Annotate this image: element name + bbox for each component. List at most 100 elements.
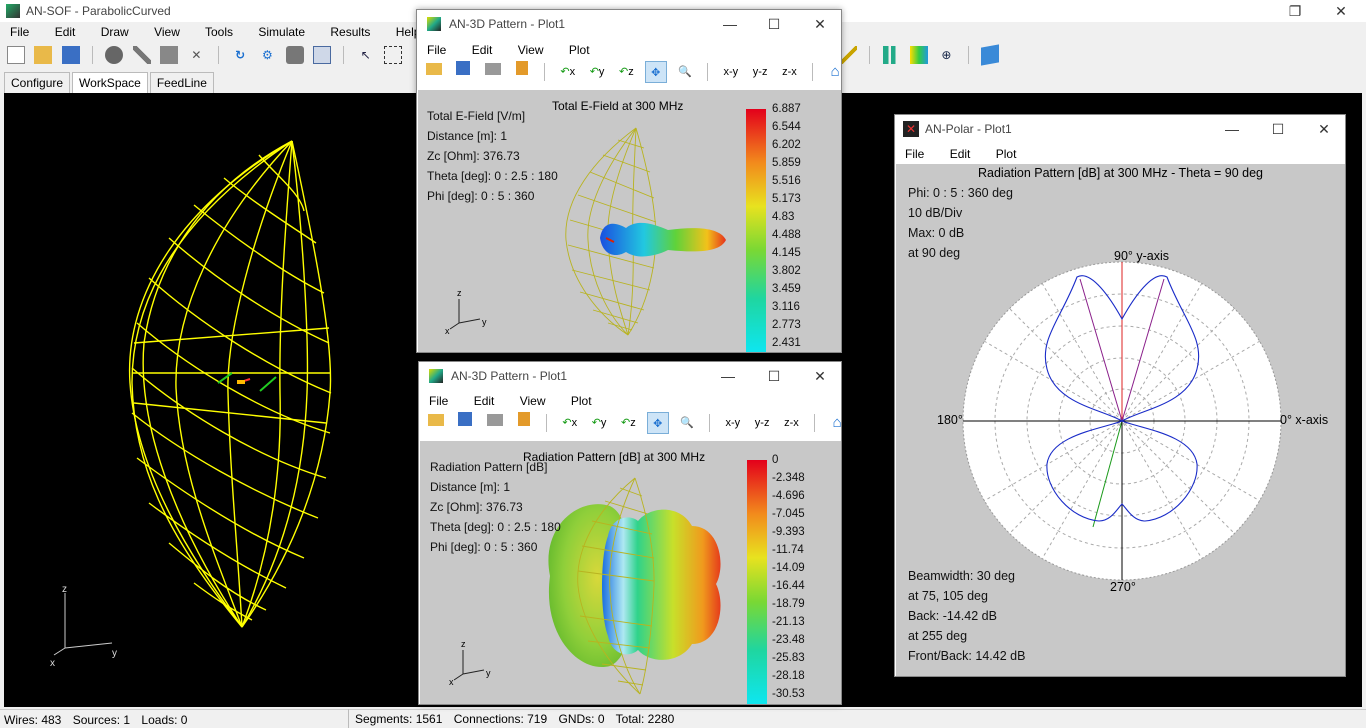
open-folder-icon[interactable] bbox=[423, 61, 445, 83]
plot3d-app-icon bbox=[429, 369, 443, 383]
polar-window: ✕ AN-Polar - Plot1 — ☐ ✕ File Edit Plot … bbox=[894, 114, 1346, 677]
rotate-y-icon[interactable]: ↶y bbox=[588, 412, 610, 434]
restore-icon[interactable]: ❐ bbox=[1272, 0, 1318, 22]
home-icon[interactable]: ⌂ bbox=[826, 412, 848, 434]
menu-edit[interactable]: Edit bbox=[55, 25, 76, 39]
comment-icon[interactable] bbox=[286, 46, 304, 64]
select-rect-icon[interactable] bbox=[384, 46, 402, 64]
main-toolbar-right: ⊕ bbox=[836, 46, 996, 68]
print-icon[interactable] bbox=[484, 412, 506, 434]
save-icon[interactable] bbox=[454, 412, 476, 434]
close-icon[interactable]: ✕ bbox=[1301, 118, 1347, 140]
save-icon[interactable] bbox=[62, 46, 80, 64]
menu-view[interactable]: View bbox=[518, 43, 544, 57]
maximize-icon[interactable]: ☐ bbox=[751, 365, 797, 387]
close-icon[interactable]: ✕ bbox=[797, 13, 843, 35]
plot3d-top-area[interactable]: Total E-Field at 300 MHz Total E-Field [… bbox=[418, 90, 841, 352]
menu-view[interactable]: View bbox=[520, 394, 546, 408]
plot3d-top-window: AN-3D Pattern - Plot1 — ☐ ✕ File Edit Vi… bbox=[416, 9, 842, 353]
menu-edit[interactable]: Edit bbox=[950, 147, 971, 161]
home-icon[interactable]: ⌂ bbox=[824, 61, 846, 83]
view-xy-button[interactable]: x-y bbox=[722, 412, 744, 434]
view-zx-button[interactable]: z-x bbox=[778, 61, 800, 83]
new-file-icon[interactable] bbox=[7, 46, 25, 64]
maximize-icon[interactable]: ☐ bbox=[751, 13, 797, 35]
menu-edit[interactable]: Edit bbox=[472, 43, 493, 57]
polar-title: AN-Polar - Plot1 bbox=[925, 122, 1012, 136]
polar-plot-area[interactable]: Radiation Pattern [dB] at 300 MHz - Thet… bbox=[896, 164, 1345, 676]
tab-feedline[interactable]: FeedLine bbox=[150, 72, 214, 93]
menu-draw[interactable]: Draw bbox=[101, 25, 129, 39]
close-icon[interactable]: ✕ bbox=[1318, 0, 1364, 22]
menu-simulate[interactable]: Simulate bbox=[258, 25, 305, 39]
tab-workspace[interactable]: WorkSpace bbox=[72, 72, 148, 93]
pointer-icon[interactable]: ↖ bbox=[357, 46, 375, 64]
clipboard-icon[interactable] bbox=[513, 412, 535, 434]
plot3d-bottom-axes: z y x bbox=[442, 636, 502, 686]
pencil-icon[interactable] bbox=[133, 46, 151, 64]
close-icon[interactable]: ✕ bbox=[797, 365, 843, 387]
clipboard-icon[interactable] bbox=[511, 61, 533, 83]
rotate-x-icon[interactable]: ↶x bbox=[559, 412, 581, 434]
menu-file[interactable]: File bbox=[429, 394, 448, 408]
plot3d-top-colorbar-labels: 6.8876.5446.202 5.8595.5165.173 4.834.48… bbox=[772, 100, 801, 352]
wire-tool-icon[interactable] bbox=[105, 46, 123, 64]
main-menubar: File Edit Draw View Tools Simulate Resul… bbox=[10, 25, 442, 43]
app-icon bbox=[6, 4, 20, 18]
plot3d-bottom-colorbar bbox=[747, 460, 767, 704]
rotate-y-icon[interactable]: ↶y bbox=[586, 61, 608, 83]
status-loads: Loads: 0 bbox=[141, 713, 187, 727]
view-yz-button[interactable]: y-z bbox=[751, 412, 773, 434]
menu-tools[interactable]: Tools bbox=[205, 25, 233, 39]
plot3d-top-menubar: File Edit View Plot bbox=[427, 43, 612, 57]
menu-file[interactable]: File bbox=[905, 147, 924, 161]
open-folder-icon[interactable] bbox=[425, 412, 447, 434]
globe-icon[interactable]: ⊕ bbox=[937, 46, 955, 64]
view-yz-button[interactable]: y-z bbox=[749, 61, 771, 83]
settings-icon[interactable]: ⚙ bbox=[258, 46, 276, 64]
polar-info-top: Phi: 0 : 5 : 360 deg10 dB/Div Max: 0 dBa… bbox=[908, 183, 1013, 263]
delete-icon[interactable]: ✕ bbox=[187, 46, 205, 64]
minimize-icon[interactable]: — bbox=[707, 13, 753, 35]
calculator-icon[interactable] bbox=[313, 46, 331, 64]
save-icon[interactable] bbox=[452, 61, 474, 83]
plot3d-bottom-colorbar-labels: 0-2.348-4.696 -7.045-9.393-11.74 -14.09-… bbox=[772, 451, 805, 703]
menu-plot[interactable]: Plot bbox=[996, 147, 1017, 161]
rotate-z-icon[interactable]: ↶z bbox=[615, 61, 637, 83]
polar-app-icon: ✕ bbox=[903, 121, 919, 137]
parabolic-wire-mesh: z y x bbox=[4, 93, 424, 707]
menu-edit[interactable]: Edit bbox=[474, 394, 495, 408]
menu-results[interactable]: Results bbox=[330, 25, 370, 39]
status-connections: Connections: 719 bbox=[454, 712, 547, 726]
view-zx-button[interactable]: z-x bbox=[780, 412, 802, 434]
pan-icon[interactable]: ✥ bbox=[647, 412, 669, 434]
rotate-z-icon[interactable]: ↶z bbox=[617, 412, 639, 434]
view-xy-button[interactable]: x-y bbox=[720, 61, 742, 83]
menu-file[interactable]: File bbox=[427, 43, 446, 57]
zoom-icon[interactable]: 🔍 bbox=[674, 61, 696, 83]
refresh-icon[interactable]: ↻ bbox=[231, 46, 249, 64]
open-folder-icon[interactable] bbox=[34, 46, 52, 64]
maximize-icon[interactable]: ☐ bbox=[1255, 118, 1301, 140]
eraser-icon[interactable] bbox=[160, 46, 178, 64]
menu-plot[interactable]: Plot bbox=[569, 43, 590, 57]
menu-file[interactable]: File bbox=[10, 25, 29, 39]
pan-icon[interactable]: ✥ bbox=[645, 61, 667, 83]
spectrum-icon[interactable] bbox=[910, 46, 928, 64]
menu-view[interactable]: View bbox=[154, 25, 180, 39]
zoom-icon[interactable]: 🔍 bbox=[676, 412, 698, 434]
rotate-x-icon[interactable]: ↶x bbox=[557, 61, 579, 83]
print-icon[interactable] bbox=[482, 61, 504, 83]
plot3d-top-title: AN-3D Pattern - Plot1 bbox=[449, 17, 565, 31]
chart-tool-icon[interactable] bbox=[883, 46, 901, 64]
svg-text:y: y bbox=[486, 668, 491, 678]
polar-chart bbox=[961, 259, 1286, 584]
polar-label-bottom: 270° bbox=[1110, 580, 1136, 594]
minimize-icon[interactable]: — bbox=[705, 365, 751, 387]
minimize-icon[interactable]: — bbox=[1209, 118, 1255, 140]
menu-plot[interactable]: Plot bbox=[571, 394, 592, 408]
plot3d-bottom-area[interactable]: Radiation Pattern [dB] at 300 MHz bbox=[420, 441, 841, 704]
export-icon[interactable] bbox=[981, 44, 999, 65]
svg-text:z: z bbox=[457, 288, 462, 298]
tab-configure[interactable]: Configure bbox=[4, 72, 70, 93]
